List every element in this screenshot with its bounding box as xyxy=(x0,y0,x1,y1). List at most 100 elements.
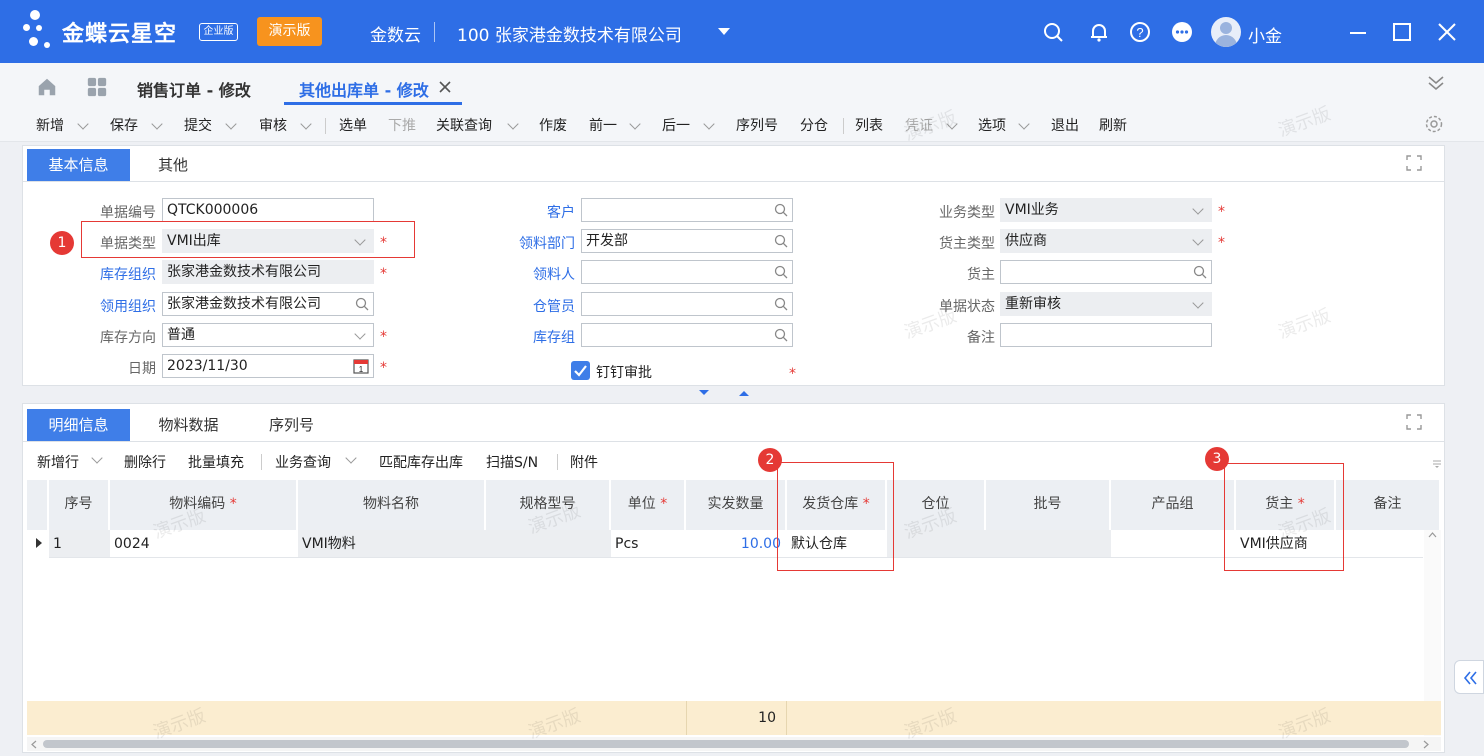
app-name[interactable]: 金数云 xyxy=(370,21,421,46)
col-header-note[interactable]: 备注 xyxy=(1336,480,1441,530)
search-icon[interactable] xyxy=(1042,20,1066,44)
toolbar-exit-button[interactable]: 退出 xyxy=(1051,115,1079,135)
pick-org-field[interactable]: 张家港金数技术有限公司 xyxy=(162,292,374,316)
help-icon[interactable]: ? xyxy=(1128,20,1152,44)
stock-group-label[interactable]: 库存组 xyxy=(495,327,575,347)
expand-icon[interactable] xyxy=(1406,155,1422,171)
chevron-down-icon[interactable] xyxy=(703,118,715,130)
chevron-down-icon[interactable] xyxy=(1192,234,1204,246)
chevron-down-icon[interactable] xyxy=(629,118,641,130)
cell-lot[interactable] xyxy=(986,530,1111,558)
stocker-label[interactable]: 仓管员 xyxy=(495,296,575,316)
stock-direction-select[interactable]: 普通 xyxy=(162,323,374,347)
close-tab-icon[interactable] xyxy=(438,80,452,94)
collapse-down-icon[interactable] xyxy=(697,389,711,397)
chevron-down-icon[interactable] xyxy=(151,118,163,130)
grid-menu-icon[interactable] xyxy=(1432,458,1442,468)
toolbar-push-down-button[interactable]: 下推 xyxy=(388,115,416,135)
avatar[interactable] xyxy=(1211,17,1241,47)
tab-other-outbound[interactable]: 其他出库单 - 修改 xyxy=(299,77,429,101)
business-query-button[interactable]: 业务查询 xyxy=(275,452,331,472)
stock-org-label[interactable]: 库存组织 xyxy=(76,264,156,284)
search-icon[interactable] xyxy=(774,265,788,279)
toolbar-split-warehouse-button[interactable]: 分仓 xyxy=(800,115,828,135)
search-icon[interactable] xyxy=(1193,265,1207,279)
double-chevron-left-icon[interactable] xyxy=(1462,670,1478,686)
delete-row-button[interactable]: 删除行 xyxy=(124,452,166,472)
match-stock-outbound-button[interactable]: 匹配库存出库 xyxy=(379,452,463,472)
col-header-seq[interactable]: 序号 xyxy=(49,480,110,530)
chevron-down-icon[interactable] xyxy=(354,328,366,340)
customer-label[interactable]: 客户 xyxy=(495,202,575,222)
toolbar-voucher-button[interactable]: 凭证 xyxy=(905,115,933,135)
scroll-up-icon[interactable] xyxy=(1428,532,1437,538)
search-icon[interactable] xyxy=(355,297,369,311)
toolbar-save-button[interactable]: 保存 xyxy=(110,115,138,135)
owner-field[interactable] xyxy=(1000,260,1212,284)
calendar-icon[interactable]: 1 xyxy=(353,358,369,374)
tab-detail-info[interactable]: 明细信息 xyxy=(27,409,130,441)
dingtalk-checkbox[interactable] xyxy=(571,361,590,380)
tab-other[interactable]: 其他 xyxy=(135,149,211,181)
chevron-down-icon[interactable] xyxy=(1192,203,1204,215)
toolbar-options-button[interactable]: 选项 xyxy=(978,115,1006,135)
col-header-spec[interactable]: 规格型号 xyxy=(486,480,611,530)
horizontal-scroll-thumb[interactable] xyxy=(43,740,1409,748)
search-icon[interactable] xyxy=(774,234,788,248)
cell-material-code[interactable]: 0024 xyxy=(110,530,298,558)
toolbar-previous-button[interactable]: 前一 xyxy=(589,115,617,135)
cell-qty[interactable]: 10.00 xyxy=(686,530,787,558)
scan-sn-button[interactable]: 扫描S/N xyxy=(486,452,538,472)
customer-field[interactable] xyxy=(581,198,793,222)
dingtalk-label[interactable]: 钉钉审批 xyxy=(596,362,652,382)
toolbar-audit-button[interactable]: 审核 xyxy=(259,115,287,135)
username[interactable]: 小金 xyxy=(1248,22,1282,47)
home-icon[interactable] xyxy=(36,76,58,98)
tab-material-data[interactable]: 物料数据 xyxy=(141,409,236,441)
tab-serial-numbers[interactable]: 序列号 xyxy=(249,409,334,441)
scroll-right-icon[interactable] xyxy=(1423,740,1429,749)
chevron-down-icon[interactable] xyxy=(91,452,103,464)
company-selector[interactable]: 100 张家港金数技术有限公司 xyxy=(457,21,682,46)
search-icon[interactable] xyxy=(774,328,788,342)
chevron-down-icon[interactable] xyxy=(225,118,237,130)
toolbar-submit-button[interactable]: 提交 xyxy=(184,115,212,135)
biz-type-select[interactable]: VMI业务 xyxy=(1000,198,1212,222)
chevron-down-icon[interactable] xyxy=(345,452,357,464)
batch-fill-button[interactable]: 批量填充 xyxy=(188,452,244,472)
cell-note[interactable] xyxy=(1336,530,1423,558)
tab-sales-order[interactable]: 销售订单 - 修改 xyxy=(137,77,251,101)
owner-type-select[interactable]: 供应商 xyxy=(1000,229,1212,253)
bell-icon[interactable] xyxy=(1087,20,1111,44)
more-icon[interactable] xyxy=(1170,20,1194,44)
maximize-icon[interactable] xyxy=(1390,20,1414,44)
add-row-button[interactable]: 新增行 xyxy=(37,452,79,472)
cell-product-group[interactable] xyxy=(1111,530,1236,558)
note-field[interactable] xyxy=(1000,323,1212,347)
search-icon[interactable] xyxy=(774,203,788,217)
col-header-material-name[interactable]: 物料名称 xyxy=(298,480,486,530)
col-header-qty[interactable]: 实发数量 xyxy=(686,480,787,530)
toolbar-select-bill-button[interactable]: 选单 xyxy=(339,115,367,135)
attachment-button[interactable]: 附件 xyxy=(570,452,598,472)
side-panel-toggle[interactable] xyxy=(1454,660,1484,694)
apps-grid-icon[interactable] xyxy=(86,76,108,98)
toolbar-refresh-button[interactable]: 刷新 xyxy=(1099,115,1127,135)
stock-group-field[interactable] xyxy=(581,323,793,347)
horizontal-scrollbar[interactable] xyxy=(27,737,1441,751)
collapse-up-icon[interactable] xyxy=(737,389,751,397)
chevron-down-icon[interactable] xyxy=(718,28,730,35)
toolbar-serial-number-button[interactable]: 序列号 xyxy=(736,115,778,135)
col-header-lot[interactable]: 批号 xyxy=(986,480,1111,530)
toolbar-list-button[interactable]: 列表 xyxy=(855,115,883,135)
dept-field[interactable]: 开发部 xyxy=(581,229,793,253)
cell-unit[interactable]: Pcs xyxy=(611,530,686,558)
dept-label[interactable]: 领料部门 xyxy=(495,233,575,253)
chevron-down-icon[interactable] xyxy=(507,118,519,130)
pick-org-label[interactable]: 领用组织 xyxy=(76,296,156,316)
bill-no-field[interactable]: QTCK000006 xyxy=(162,198,374,222)
search-icon[interactable] xyxy=(774,297,788,311)
date-field[interactable]: 2023/11/30 1 xyxy=(162,354,374,378)
toolbar-related-query-button[interactable]: 关联查询 xyxy=(436,115,492,135)
expand-icon[interactable] xyxy=(1406,414,1422,430)
